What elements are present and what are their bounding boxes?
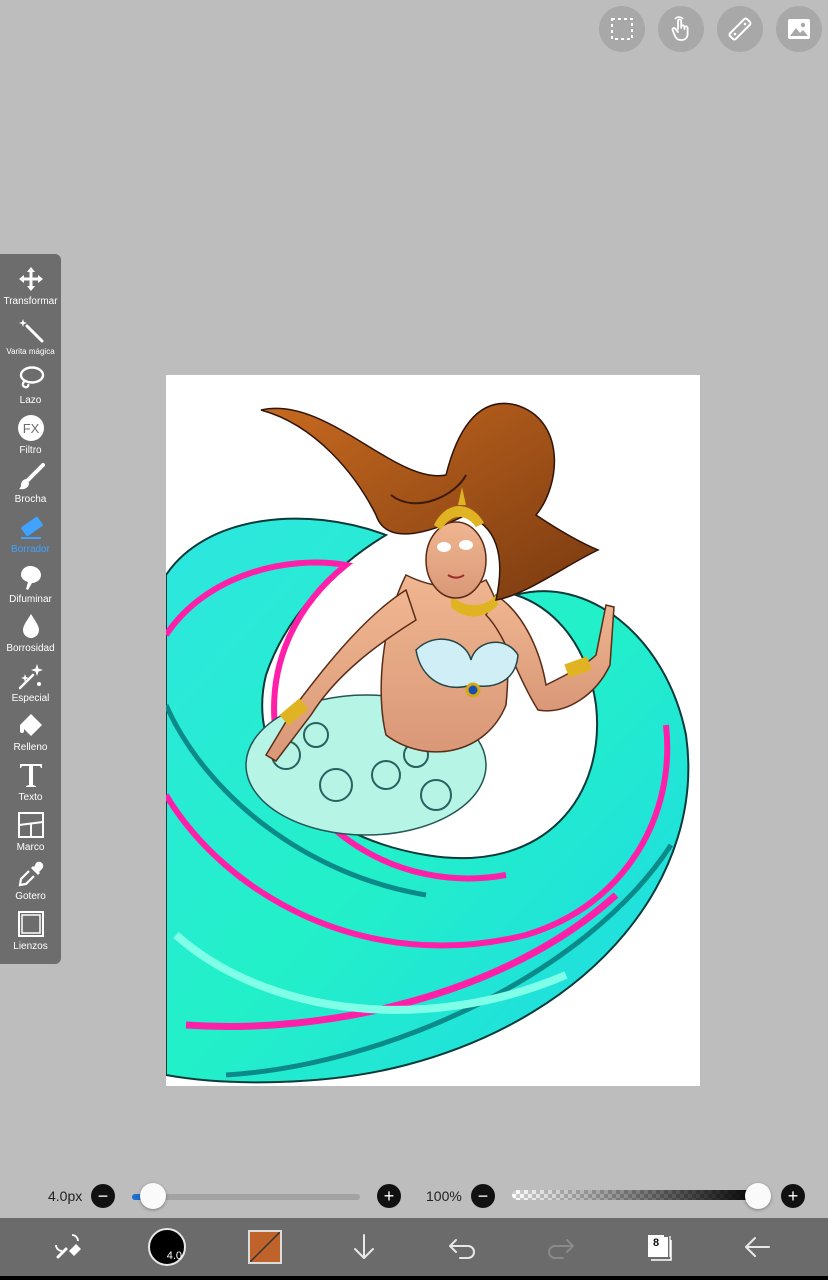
tool-text[interactable]: Texto xyxy=(0,760,61,810)
current-color-swatch xyxy=(248,1230,282,1264)
tool-text-label: Texto xyxy=(18,791,43,803)
redo-button[interactable] xyxy=(541,1227,581,1267)
magic-wand-icon xyxy=(18,318,43,343)
tool-brush[interactable]: Brocha xyxy=(0,462,61,512)
undo-icon xyxy=(449,1239,475,1259)
minus-icon: − xyxy=(97,1186,109,1206)
move-icon xyxy=(18,267,43,291)
tool-fill-label: Relleno xyxy=(13,742,48,754)
tool-transform-label: Transformar xyxy=(3,296,58,307)
eraser-icon xyxy=(20,516,43,539)
blur-drop-icon xyxy=(22,614,39,639)
eyedropper-icon xyxy=(18,861,43,887)
smudge-icon xyxy=(20,565,41,590)
brush-size-preview-button[interactable]: 4.0 xyxy=(147,1227,187,1267)
redo-icon xyxy=(548,1239,574,1259)
tool-frame-label: Marco xyxy=(16,841,45,853)
brush-size-slider[interactable] xyxy=(132,1194,360,1200)
canvas-icon xyxy=(17,910,44,937)
tool-smudge-label: Difuminar xyxy=(9,593,52,605)
tool-blur-label: Borrosidad xyxy=(6,643,55,655)
top-tool-buttons xyxy=(599,6,822,52)
tool-magic-wand-label: Varita mágica xyxy=(6,346,55,356)
tool-filter[interactable]: FX Filtro xyxy=(0,413,61,463)
fx-icon: FX xyxy=(17,414,44,441)
hand-gesture-icon xyxy=(671,16,689,41)
tool-special[interactable]: Especial xyxy=(0,661,61,711)
swatch-diagonal xyxy=(250,1232,280,1262)
brush-size-value: 4.0px xyxy=(48,1188,83,1204)
brush-preview: 4.0 xyxy=(148,1228,186,1266)
tool-canvas-label: Lienzos xyxy=(13,940,48,952)
mermaid-artwork xyxy=(166,402,690,1084)
brush-preview-label: 4.0 xyxy=(166,1250,182,1262)
tool-filter-label: Filtro xyxy=(19,444,42,456)
opacity-decrease-button[interactable]: − xyxy=(471,1184,495,1208)
brush-eraser-swap-icon xyxy=(55,1234,81,1259)
screen-bottom-edge xyxy=(0,1276,828,1280)
opacity-value: 100% xyxy=(426,1188,462,1204)
back-button[interactable] xyxy=(737,1227,777,1267)
opacity-slider-thumb[interactable] xyxy=(745,1183,771,1209)
tool-eyedropper[interactable]: Gotero xyxy=(0,859,61,909)
opacity-increase-button[interactable]: + xyxy=(781,1184,805,1208)
reference-image-button[interactable] xyxy=(776,6,822,52)
brush-size-increase-button[interactable]: + xyxy=(377,1184,401,1208)
frame-icon xyxy=(17,811,44,838)
tool-eyedropper-label: Gotero xyxy=(15,891,46,903)
text-icon xyxy=(19,763,42,787)
tool-smudge[interactable]: Difuminar xyxy=(0,562,61,612)
selection-button[interactable] xyxy=(599,6,645,52)
tool-sidebar: Transformar Varita mágica Lazo FX Filtro… xyxy=(0,254,61,964)
opacity-slider[interactable] xyxy=(512,1190,760,1200)
sparkle-icon xyxy=(18,663,43,689)
image-icon xyxy=(788,19,810,39)
selection-icon xyxy=(611,18,633,40)
tool-special-label: Especial xyxy=(11,692,50,704)
tool-canvas[interactable]: Lienzos xyxy=(0,909,61,959)
drawing-canvas[interactable] xyxy=(166,375,700,1086)
ruler-icon xyxy=(728,17,752,41)
layers-button[interactable]: 8 xyxy=(638,1227,678,1267)
brush-icon xyxy=(18,463,45,490)
tool-lasso[interactable]: Lazo xyxy=(0,363,61,413)
plus-icon: + xyxy=(383,1186,395,1206)
svg-text:FX: FX xyxy=(22,421,39,436)
brush-size-decrease-button[interactable]: − xyxy=(91,1184,115,1208)
fill-bucket-icon xyxy=(19,714,42,737)
undo-button[interactable] xyxy=(442,1227,482,1267)
tool-eraser-label: Borrador xyxy=(11,543,50,555)
tool-transform[interactable]: Transformar xyxy=(0,264,61,314)
download-button[interactable] xyxy=(344,1227,384,1267)
minus-icon: − xyxy=(477,1186,489,1206)
tool-lasso-label: Lazo xyxy=(19,395,42,407)
brush-size-slider-thumb[interactable] xyxy=(139,1183,166,1209)
tool-frame[interactable]: Marco xyxy=(0,810,61,860)
ruler-button[interactable] xyxy=(717,6,763,52)
tool-fill[interactable]: Relleno xyxy=(0,710,61,760)
lasso-icon xyxy=(19,366,44,389)
arrow-left-icon xyxy=(745,1237,770,1257)
tool-blur[interactable]: Borrosidad xyxy=(0,611,61,661)
layer-count: 8 xyxy=(648,1235,664,1251)
hand-gesture-button[interactable] xyxy=(658,6,704,52)
plus-icon: + xyxy=(787,1186,799,1206)
arrow-down-icon xyxy=(354,1234,374,1259)
tool-eraser[interactable]: Borrador xyxy=(0,512,61,562)
color-picker-button[interactable] xyxy=(245,1227,285,1267)
tool-brush-label: Brocha xyxy=(14,494,47,506)
quick-tools-button[interactable] xyxy=(48,1227,88,1267)
tool-magic-wand[interactable]: Varita mágica xyxy=(0,314,61,364)
bottom-toolbar: 4.0 8 xyxy=(0,1218,828,1276)
